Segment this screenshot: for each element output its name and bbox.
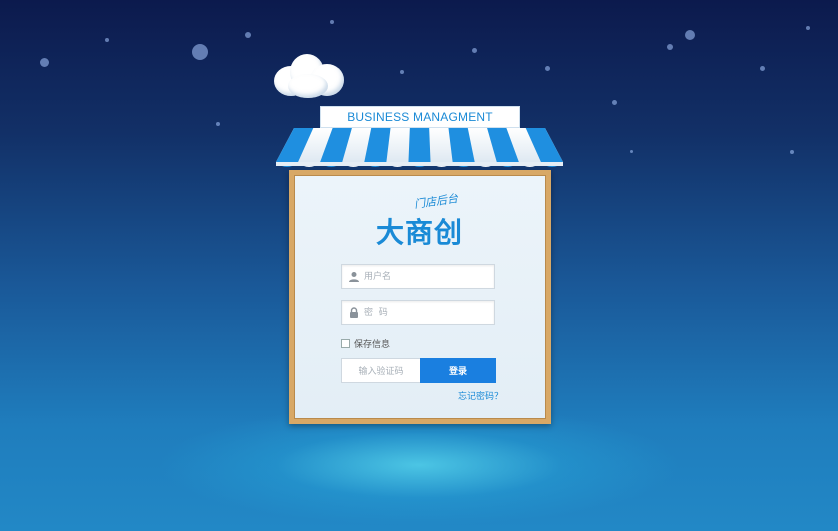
star [192,44,208,60]
password-input[interactable] [364,301,490,324]
awning [276,128,563,167]
star [330,20,334,24]
lock-icon [350,307,358,318]
remember-option[interactable]: 保存信息 [341,337,390,350]
store-sign: BUSINESS MANAGMENT CENTER [320,106,520,145]
remember-checkbox[interactable] [341,339,350,348]
forgot-password-link[interactable]: 忘记密码？ [458,389,503,402]
star [790,150,794,154]
captcha-input[interactable] [342,360,420,384]
password-field[interactable] [341,300,495,325]
login-button[interactable]: 登录 [420,358,496,383]
star [216,122,220,126]
star [40,58,49,67]
star [472,48,477,53]
star [667,44,673,50]
star [612,100,617,105]
star [105,38,109,42]
logo-name: 大商创 [376,216,464,249]
login-board: 门店后台 大商创 保存信息 登录 忘记密码？ [289,170,551,424]
star [760,66,765,71]
cloud-icon [274,52,348,102]
user-icon [349,272,359,282]
username-field[interactable] [341,264,495,289]
star [545,66,550,71]
star [245,32,251,38]
star [806,26,810,30]
remember-label: 保存信息 [354,340,391,350]
logo-subtitle: 门店后台 [413,191,459,211]
captcha-field[interactable] [341,358,421,384]
username-input[interactable] [364,265,490,288]
star [630,150,633,153]
star [400,70,404,74]
star [685,30,695,40]
